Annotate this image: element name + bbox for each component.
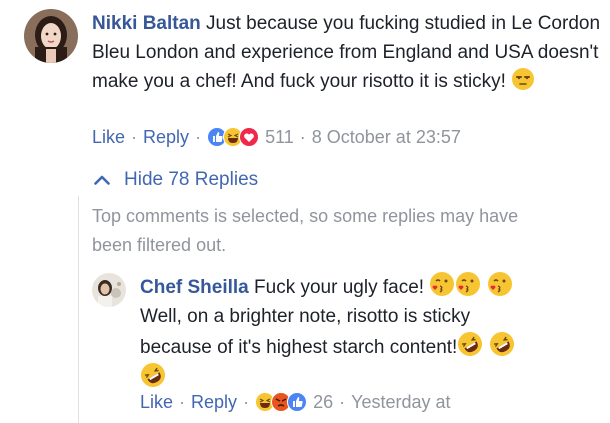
reply-reply-button[interactable]: Reply xyxy=(191,390,237,414)
rofl-face-emoji xyxy=(140,362,166,388)
thread-divider xyxy=(78,196,79,423)
rofl-face-emoji xyxy=(457,331,483,357)
like-button[interactable]: Like xyxy=(92,125,125,149)
separator-dot: · xyxy=(243,392,250,412)
love-icon xyxy=(239,127,260,147)
separator-dot: · xyxy=(131,127,138,147)
chevron-up-icon xyxy=(94,175,110,185)
separator-dot: · xyxy=(339,392,346,412)
like-icon xyxy=(287,392,308,412)
kissing-heart-face-emoji xyxy=(487,271,513,297)
reaction-count[interactable]: 511 xyxy=(265,125,294,149)
hide-replies-button[interactable]: Hide 78 Replies xyxy=(94,168,258,192)
reply-like-button[interactable]: Like xyxy=(140,390,173,414)
unamused-face-emoji xyxy=(511,67,535,91)
reply-body: Chef Sheilla Fuck your ugly face! Well, … xyxy=(140,271,540,393)
reply-timestamp[interactable]: Yesterday at xyxy=(351,390,450,414)
reply-text-part2: Well, on a brighter note, risotto is sti… xyxy=(140,306,471,358)
separator-dot: · xyxy=(195,127,202,147)
reply-author[interactable]: Chef Sheilla xyxy=(140,277,249,298)
comment-body: Nikki Baltan Just because you fucking st… xyxy=(92,9,602,96)
reply-author-avatar[interactable] xyxy=(92,273,126,307)
kissing-heart-face-emoji xyxy=(455,271,481,297)
separator-dot: · xyxy=(179,392,186,412)
kissing-heart-face-emoji xyxy=(429,271,455,297)
separator-dot: · xyxy=(299,127,306,147)
reply-actions: Like · Reply · 26 · Yesterday at xyxy=(140,390,451,414)
filter-notice: Top comments is selected, so some replie… xyxy=(92,206,519,255)
reply-button[interactable]: Reply xyxy=(143,125,189,149)
reply-reaction-count[interactable]: 26 xyxy=(313,390,333,414)
reaction-icons[interactable] xyxy=(207,127,260,147)
commenter-avatar[interactable] xyxy=(24,9,78,63)
hide-replies-label: Hide 78 Replies xyxy=(124,169,259,190)
rofl-face-emoji xyxy=(489,331,515,357)
reply-text-part1: Fuck your ugly face! xyxy=(254,277,425,298)
comment-timestamp[interactable]: 8 October at 23:57 xyxy=(312,125,461,149)
comment-author[interactable]: Nikki Baltan xyxy=(92,13,201,34)
comment-actions: Like · Reply · 511 · 8 October at 23:57 xyxy=(92,125,461,149)
reply-reaction-icons[interactable] xyxy=(255,392,308,412)
